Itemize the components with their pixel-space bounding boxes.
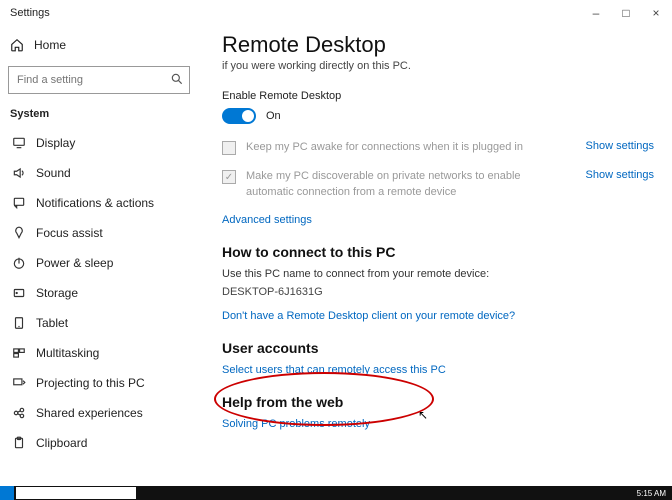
sidebar-item-projecting[interactable]: Projecting to this PC	[8, 368, 190, 398]
close-button[interactable]: ×	[648, 6, 664, 20]
sidebar-item-label: Notifications & actions	[36, 196, 154, 210]
sidebar-home-label: Home	[34, 38, 66, 52]
taskbar-clock[interactable]: 5:15 AM	[631, 489, 672, 498]
home-icon	[10, 38, 24, 52]
storage-icon	[12, 286, 26, 300]
sidebar-item-tablet[interactable]: Tablet	[8, 308, 190, 338]
sidebar-item-label: Sound	[36, 166, 71, 180]
select-users-link[interactable]: Select users that can remotely access th…	[222, 364, 654, 376]
sidebar-item-label: Clipboard	[36, 436, 87, 450]
sidebar-item-label: Tablet	[36, 316, 68, 330]
sidebar-item-notifications[interactable]: Notifications & actions	[8, 188, 190, 218]
no-client-link[interactable]: Don't have a Remote Desktop client on yo…	[222, 310, 654, 322]
keep-awake-checkbox[interactable]	[222, 141, 236, 155]
sidebar-item-storage[interactable]: Storage	[8, 278, 190, 308]
sidebar-item-label: Storage	[36, 286, 78, 300]
advanced-settings-link[interactable]: Advanced settings	[222, 214, 654, 226]
keep-awake-label: Keep my PC awake for connections when it…	[246, 140, 576, 155]
taskbar-search[interactable]	[16, 487, 136, 499]
titlebar: Settings – □ ×	[0, 0, 672, 26]
show-settings-link-1[interactable]: Show settings	[586, 140, 654, 152]
sidebar-item-clipboard[interactable]: Clipboard	[8, 428, 190, 458]
sidebar-item-sound[interactable]: Sound	[8, 158, 190, 188]
search-input[interactable]	[8, 66, 190, 94]
minimize-button[interactable]: –	[588, 6, 604, 20]
taskbar[interactable]: 5:15 AM	[0, 486, 672, 500]
help-heading: Help from the web	[222, 394, 654, 410]
main-content: Remote Desktop if you were working direc…	[198, 26, 672, 486]
help-link[interactable]: Solving PC problems remotely	[222, 418, 654, 430]
sidebar-group-head: System	[10, 108, 190, 120]
window-buttons: – □ ×	[588, 6, 664, 20]
sidebar-item-label: Multitasking	[36, 346, 99, 360]
sidebar-item-label: Display	[36, 136, 75, 150]
enable-toggle[interactable]	[222, 108, 256, 124]
enable-label: Enable Remote Desktop	[222, 90, 654, 102]
sidebar-home[interactable]: Home	[8, 32, 190, 62]
show-settings-link-2[interactable]: Show settings	[586, 169, 654, 181]
sidebar-search[interactable]	[8, 66, 190, 94]
page-subtitle: if you were working directly on this PC.	[222, 60, 654, 72]
toggle-state: On	[266, 110, 281, 122]
sound-icon	[12, 166, 26, 180]
notifications-icon	[12, 196, 26, 210]
tablet-icon	[12, 316, 26, 330]
projecting-icon	[12, 376, 26, 390]
sidebar-item-label: Power & sleep	[36, 256, 113, 270]
sidebar-item-label: Shared experiences	[36, 406, 143, 420]
clipboard-icon	[12, 436, 26, 450]
user-accounts-heading: User accounts	[222, 340, 654, 356]
sidebar-item-focus-assist[interactable]: Focus assist	[8, 218, 190, 248]
page-title: Remote Desktop	[222, 32, 654, 58]
display-icon	[12, 136, 26, 150]
discoverable-label: Make my PC discoverable on private netwo…	[246, 169, 576, 200]
pc-name: DESKTOP-6J1631G	[222, 286, 654, 298]
shared-icon	[12, 406, 26, 420]
window-title: Settings	[8, 7, 588, 19]
sidebar-item-label: Focus assist	[36, 226, 103, 240]
discoverable-checkbox[interactable]	[222, 170, 236, 184]
multitasking-icon	[12, 346, 26, 360]
focus-assist-icon	[12, 226, 26, 240]
sidebar-item-multitasking[interactable]: Multitasking	[8, 338, 190, 368]
power-icon	[12, 256, 26, 270]
maximize-button[interactable]: □	[618, 6, 634, 20]
sidebar-item-shared[interactable]: Shared experiences	[8, 398, 190, 428]
search-icon	[170, 72, 184, 86]
connect-text: Use this PC name to connect from your re…	[222, 268, 654, 280]
sidebar-item-label: Projecting to this PC	[36, 376, 145, 390]
sidebar-item-display[interactable]: Display	[8, 128, 190, 158]
sidebar: Home System Display Sound Notifications …	[0, 26, 198, 486]
connect-heading: How to connect to this PC	[222, 244, 654, 260]
start-button[interactable]	[0, 486, 14, 500]
sidebar-item-power[interactable]: Power & sleep	[8, 248, 190, 278]
